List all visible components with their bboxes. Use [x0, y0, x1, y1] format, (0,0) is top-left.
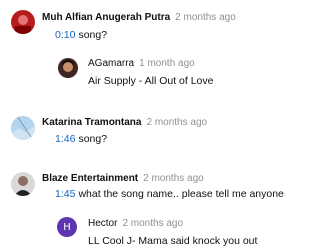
- comment-text: Air Supply - All Out of Love: [88, 75, 214, 87]
- timestamp-link[interactable]: 0:10: [55, 29, 75, 41]
- author-name[interactable]: AGamarra: [88, 58, 134, 69]
- comment-time[interactable]: 1 month ago: [139, 58, 195, 69]
- comment-text: song?: [78, 29, 108, 41]
- red-avatar-icon[interactable]: [11, 10, 35, 34]
- author-name[interactable]: Blaze Entertainment: [42, 173, 138, 184]
- photo-avatar-icon[interactable]: [58, 58, 78, 78]
- comment-time[interactable]: 2 months ago: [146, 117, 207, 128]
- comment-header: Hector 2 months ago: [88, 218, 183, 230]
- comment-text-row: 1:46 song?: [55, 133, 107, 146]
- portrait-avatar-icon[interactable]: [11, 172, 35, 196]
- comments-panel: { "comments": [ {"author": "Muh Alfian A…: [0, 0, 300, 250]
- comment-time[interactable]: 2 months ago: [143, 173, 204, 184]
- timestamp-link[interactable]: 1:46: [55, 133, 75, 145]
- author-name[interactable]: Hector: [88, 218, 117, 229]
- comment-text-row: 1:45 what the song name.. please tell me …: [55, 188, 284, 201]
- comment-header: AGamarra 1 month ago: [88, 58, 195, 70]
- comment-time[interactable]: 2 months ago: [122, 218, 183, 229]
- comment-header: Blaze Entertainment 2 months ago: [42, 173, 204, 185]
- comment-text: LL Cool J- Mama said knock you out: [88, 235, 258, 247]
- comment-text: song?: [78, 133, 108, 145]
- comment-header: Katarina Tramontana 2 months ago: [42, 117, 207, 129]
- timestamp-link[interactable]: 1:45: [55, 188, 75, 200]
- letter-avatar-icon[interactable]: H: [57, 217, 77, 237]
- comment-header: Muh Alfian Anugerah Putra 2 months ago: [42, 12, 236, 24]
- author-name[interactable]: Katarina Tramontana: [42, 117, 141, 128]
- comment-time[interactable]: 2 months ago: [175, 12, 236, 23]
- comment-text: what the song name.. please tell me anyo…: [78, 188, 284, 200]
- comment-text-row: 0:10 song?: [55, 29, 107, 42]
- author-name[interactable]: Muh Alfian Anugerah Putra: [42, 12, 170, 23]
- sky-avatar-icon[interactable]: [11, 116, 35, 140]
